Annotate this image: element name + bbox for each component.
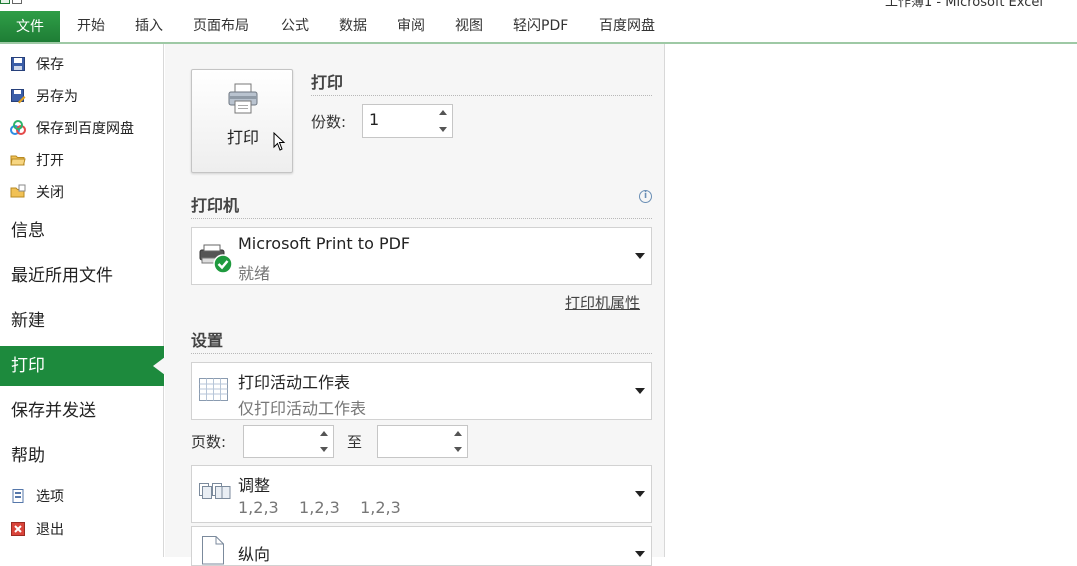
open-folder-icon [10,155,26,166]
stepper-up-icon[interactable] [439,110,447,115]
orientation-dropdown[interactable]: 纵向 [191,526,652,566]
copies-stepper[interactable]: 1 [362,104,453,138]
tab-insert[interactable]: 插入 [135,10,163,42]
tab-view[interactable]: 视图 [455,10,483,42]
orientation-main: 纵向 [238,545,271,564]
divider [191,353,652,354]
nav-save-to-baidu-label: 保存到百度网盘 [36,121,134,137]
collate-dropdown[interactable]: 调整 1,2,3 1,2,3 1,2,3 [191,465,652,523]
chevron-down-icon [635,253,645,259]
info-icon[interactable]: i [639,190,652,203]
save-icon [11,57,25,71]
tab-home[interactable]: 开始 [77,10,105,42]
nav-save-label: 保存 [36,57,64,73]
pages-to-label: 至 [347,433,363,451]
nav-save-as[interactable]: 另存为 [10,85,78,109]
print-scope-sub: 仅打印活动工作表 [238,399,367,418]
print-scope-main: 打印活动工作表 [238,373,351,392]
worksheet-icon [199,378,228,401]
stepper-down-icon[interactable] [454,447,462,452]
tab-formulas[interactable]: 公式 [281,10,309,42]
collate-sub: 1,2,3 1,2,3 1,2,3 [238,498,401,517]
print-button[interactable]: 打印 [191,69,293,173]
stepper-down-icon[interactable] [439,127,447,132]
nav-open[interactable]: 打开 [10,149,64,173]
window-title: 工作簿1 - Microsoft Excel [885,0,1043,8]
tab-baidu-netdisk[interactable]: 百度网盘 [599,10,655,42]
stepper-down-icon[interactable] [320,447,328,452]
nav-help[interactable]: 帮助 [0,436,164,476]
nav-options-label: 选项 [36,489,64,505]
stepper-up-icon[interactable] [454,431,462,436]
collate-icon [199,483,231,499]
print-panel: 打印 打印 份数: 1 打印机 i Microsoft Print to PDF… [165,44,665,566]
baidu-netdisk-icon [10,120,26,135]
collate-main: 调整 [238,476,271,495]
chevron-down-icon [635,388,645,394]
nav-save-send[interactable]: 保存并发送 [0,391,164,431]
nav-options[interactable]: 选项 [10,485,64,509]
nav-open-label: 打开 [36,153,64,169]
copies-label: 份数: [311,113,347,131]
options-icon [12,489,24,503]
tab-qingshan-pdf[interactable]: 轻闪PDF [513,10,568,42]
ribbon-tabs: 文件 开始 插入 页面布局 公式 数据 审阅 视图 轻闪PDF 百度网盘 [0,10,1077,44]
print-section-title: 打印 [311,73,344,92]
printer-properties-link[interactable]: 打印机属性 [565,292,640,313]
settings-section-title: 设置 [191,331,224,350]
print-scope-dropdown[interactable]: 打印活动工作表 仅打印活动工作表 [191,362,652,420]
tab-page-layout[interactable]: 页面布局 [193,10,249,42]
nav-save-as-label: 另存为 [36,89,78,105]
tab-file[interactable]: 文件 [0,11,60,44]
nav-exit[interactable]: 退出 [10,518,64,542]
printer-icon [228,83,258,114]
nav-save-to-baidu[interactable]: 保存到百度网盘 [10,117,134,141]
nav-exit-label: 退出 [36,522,64,538]
print-preview-area [666,44,1077,557]
portrait-page-icon [202,536,224,565]
nav-print[interactable]: 打印 [0,346,165,386]
printer-section-title: 打印机 [191,196,240,215]
save-as-icon [11,89,26,104]
divider [191,218,652,219]
divider [311,95,652,96]
pages-from-stepper[interactable] [243,425,334,458]
printer-status: 就绪 [238,264,271,283]
pages-to-stepper[interactable] [377,425,468,458]
backstage-nav: 保存 另存为 保存到百度网盘 打开 关闭 信息 最近所用文件 新建 打印 保存并… [0,44,165,557]
nav-save[interactable]: 保存 [10,53,64,77]
chevron-down-icon [635,491,645,497]
title-bar: 工作簿1 - Microsoft Excel [0,0,1077,8]
chevron-down-icon [635,551,645,557]
nav-recent[interactable]: 最近所用文件 [0,256,164,296]
pages-label: 页数: [191,433,227,451]
nav-close[interactable]: 关闭 [10,181,64,205]
copies-value: 1 [369,110,380,129]
printer-dropdown[interactable]: Microsoft Print to PDF 就绪 [191,227,652,285]
nav-new[interactable]: 新建 [0,301,164,341]
nav-close-label: 关闭 [36,185,64,201]
tab-data[interactable]: 数据 [339,10,367,42]
close-folder-icon [10,184,26,198]
exit-icon [11,522,25,536]
excel-app-icon [0,0,10,4]
printer-name: Microsoft Print to PDF [238,234,411,253]
quick-access-icon[interactable] [12,0,22,4]
mouse-cursor-icon [273,132,286,151]
nav-info[interactable]: 信息 [0,211,164,251]
printer-ready-icon [199,244,233,274]
tab-review[interactable]: 审阅 [397,10,425,42]
stepper-up-icon[interactable] [320,431,328,436]
